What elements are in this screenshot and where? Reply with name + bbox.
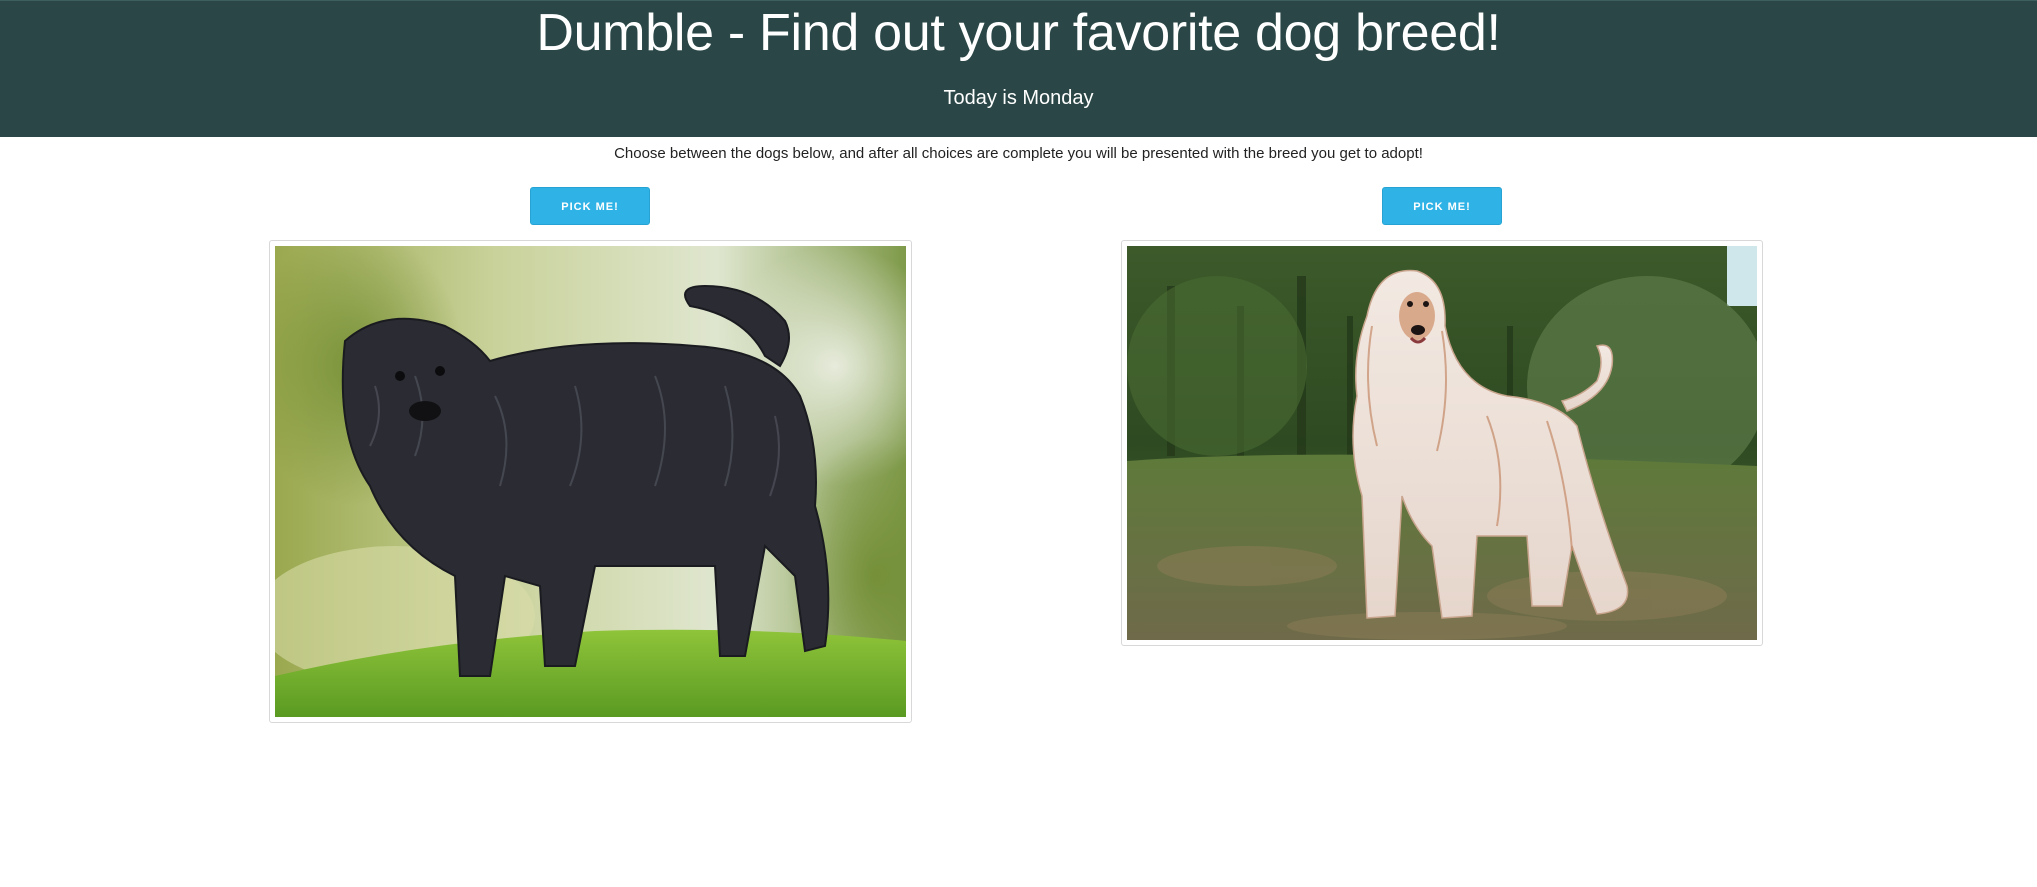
day-subtitle: Today is Monday (943, 87, 1094, 109)
right-dog-card (1121, 240, 1763, 646)
instructions-text: Choose between the dogs below, and after… (614, 145, 1423, 162)
afghan-hound-photo (1127, 246, 1757, 640)
page-title: Dumble - Find out your favorite dog bree… (536, 4, 1501, 62)
left-dog-card (269, 240, 912, 723)
page-header: Dumble - Find out your favorite dog bree… (0, 0, 2037, 137)
black-shaggy-dog-photo (275, 246, 906, 717)
pick-left-button[interactable]: PICK ME! (530, 187, 650, 225)
pick-right-button[interactable]: PICK ME! (1382, 187, 1502, 225)
